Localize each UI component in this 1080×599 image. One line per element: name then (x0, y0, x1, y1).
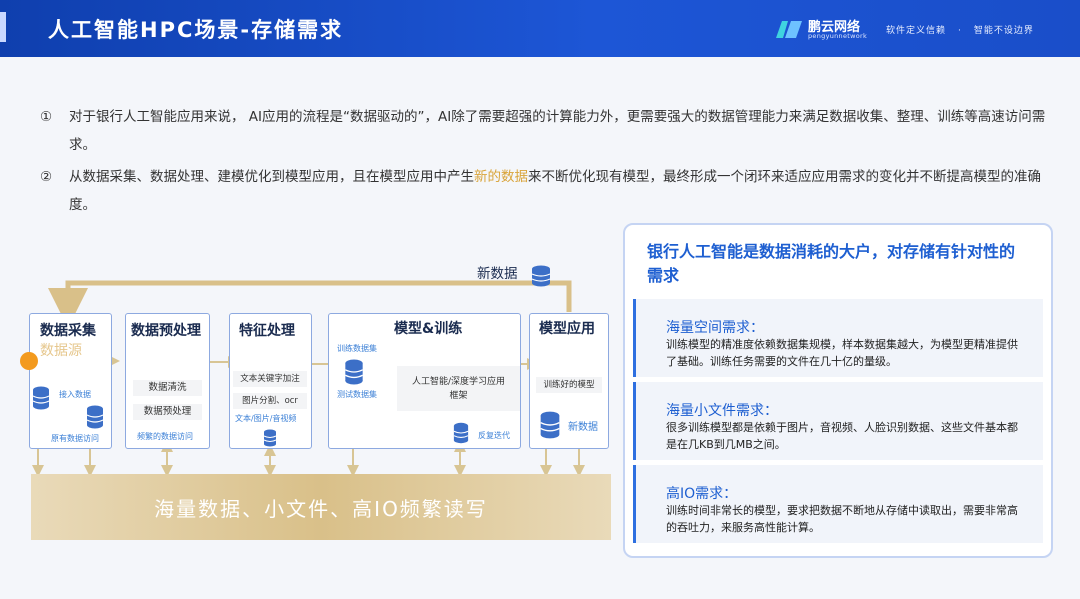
database-icon (453, 422, 469, 444)
stage-tag: 数据预处理 (133, 404, 202, 420)
source-dot (20, 352, 38, 370)
stage-note: 反复迭代 (478, 431, 510, 440)
requirement-card-small-files: 海量小文件需求： 很多训练模型都是依赖于图片，音视频、人脸识别数据、这些文件基本… (633, 382, 1043, 460)
card-title: 高IO需求： (666, 486, 738, 502)
stage-feature-processing: 特征处理 文本关键字加注 图片分割、ocr 文本/图片/音视频 (229, 313, 312, 449)
stage-note: 训练数据集 (337, 344, 377, 353)
stage-note: 新数据 (568, 422, 598, 433)
stage-data-collection: 数据采集 数据源 接入数据 原有数据访问 (29, 313, 112, 449)
storage-bar-label: 海量数据、小文件、高IO频繁读写 (154, 497, 488, 521)
stage-tag: 数据清洗 (133, 380, 202, 396)
stage-model-application: 模型应用 训练好的模型 新数据 (529, 313, 609, 449)
requirements-panel: 银行人工智能是数据消耗的大户，对存储有针对性的需求 海量空间需求： 训练模型的精… (623, 223, 1053, 558)
card-title: 海量小文件需求： (666, 403, 778, 419)
database-icon (263, 429, 277, 447)
stage-title: 数据采集 (40, 323, 96, 339)
company-domain: pengyunnetwork (808, 32, 868, 40)
card-body: 训练模型的精准度依赖数据集规模，样本数据集越大，为模型更精准提供了基础。训练任务… (666, 338, 1018, 368)
database-icon (345, 359, 363, 385)
loop-new-data-label: 新数据 (477, 266, 518, 282)
stage-tag: 图片分割、ocr (233, 393, 307, 409)
stage-title: 数据预处理 (131, 323, 201, 339)
card-title: 海量空间需求： (666, 320, 764, 336)
card-body: 训练时间非常长的模型，要求把数据不断地从存储中读取出，需要非常高的吞吐力，来服务… (666, 504, 1018, 534)
requirement-card-high-io: 高IO需求： 训练时间非常长的模型，要求把数据不断地从存储中读取出，需要非常高的… (633, 465, 1043, 543)
database-icon (540, 411, 560, 439)
framework-tag: 人工智能/深度学习应用框架 (397, 366, 520, 411)
stage-note: 频繁的数据访问 (137, 432, 193, 441)
slogan-part-1: 软件定义信赖 (886, 26, 947, 36)
stage-note: 原有数据访问 (51, 434, 99, 443)
database-icon (86, 405, 104, 429)
panel-heading: 银行人工智能是数据消耗的大户，对存储有针对性的需求 (647, 242, 1016, 285)
slogan-part-2: 智能不设边界 (973, 26, 1034, 36)
stage-title: 特征处理 (239, 323, 295, 339)
card-body: 很多训练模型都是依赖于图片，音视频、人脸识别数据、这些文件基本都是在几KB到几M… (666, 421, 1018, 451)
stage-data-preprocessing: 数据预处理 数据清洗 数据预处理 频繁的数据访问 (125, 313, 210, 449)
stage-note: 测试数据集 (337, 390, 377, 399)
stage-subtitle: 数据源 (40, 343, 82, 359)
stage-title: 模型&训练 (394, 321, 463, 337)
stage-title: 模型应用 (539, 321, 595, 337)
stage-tag: 训练好的模型 (536, 377, 602, 393)
company-logo-icon (776, 21, 802, 38)
stage-tag: 文本关键字加注 (233, 371, 307, 387)
storage-requirements-bar: 海量数据、小文件、高IO频繁读写 (31, 474, 611, 540)
slogan: 软件定义信赖 · 智能不设边界 (886, 23, 1034, 36)
database-icon (531, 265, 551, 287)
stage-model-training: 模型&训练 训练数据集 测试数据集 人工智能/深度学习应用框架 反复迭代 (328, 313, 521, 449)
stage-note: 文本/图片/音视频 (235, 414, 297, 423)
stage-note: 接入数据 (59, 390, 91, 399)
slogan-separator: · (958, 26, 962, 36)
database-icon (32, 386, 50, 410)
requirement-card-capacity: 海量空间需求： 训练模型的精准度依赖数据集规模，样本数据集越大，为模型更精准提供… (633, 299, 1043, 377)
